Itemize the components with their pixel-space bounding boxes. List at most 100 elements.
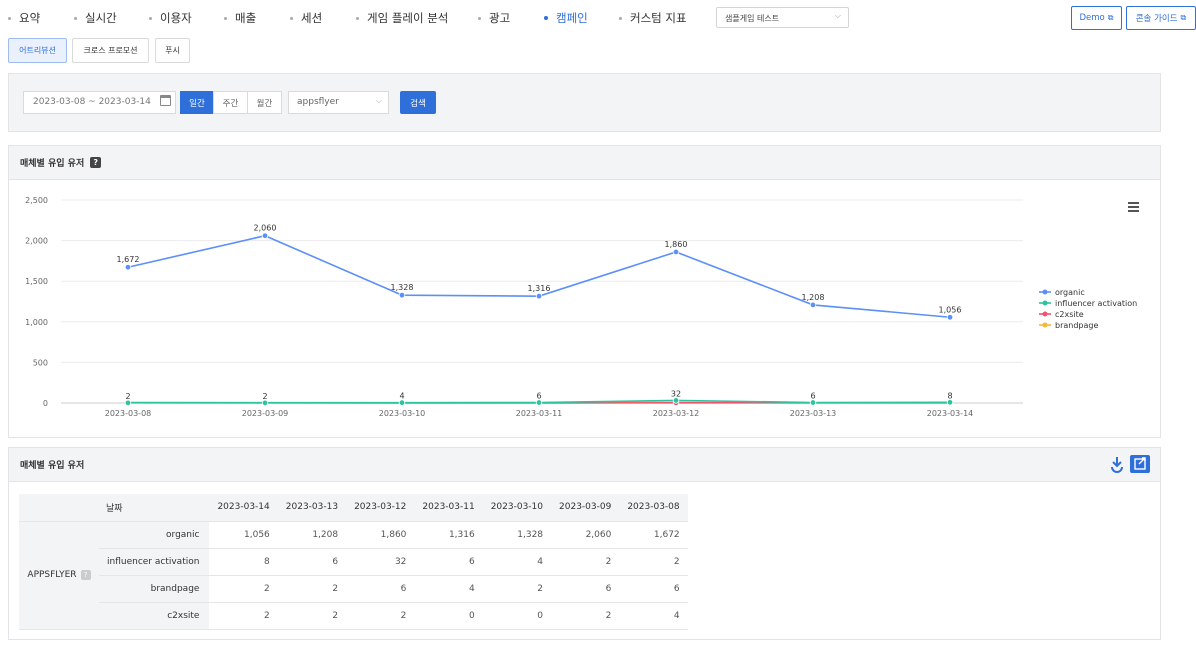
data-label: 1,860: [665, 240, 688, 249]
table-header-date: 날짜: [19, 494, 210, 522]
table-header-row: 날짜 2023-03-14 2023-03-13 2023-03-12 2023-03…: [19, 494, 688, 522]
table-row-label: c2xsite: [99, 602, 210, 630]
data-label: 1,328: [391, 283, 414, 292]
subtab-push[interactable]: 푸시: [155, 38, 190, 63]
date-range-value: 2023-03-08 ~ 2023-03-14: [33, 97, 151, 107]
data-table: 날짜 2023-03-14 2023-03-13 2023-03-12 2023-03…: [19, 494, 688, 630]
nav-item-label: 이용자: [160, 11, 192, 25]
y-tick-label: 1,500: [25, 277, 48, 286]
legend-label: brandpage: [1055, 321, 1098, 330]
nav-item-label: 실시간: [85, 11, 117, 25]
period-monthly-button[interactable]: 월간: [247, 91, 282, 114]
data-point: [946, 399, 954, 406]
game-select-value: 샘플게임 테스트: [725, 14, 780, 23]
data-label: 1,056: [939, 305, 962, 314]
data-point: [398, 291, 406, 299]
table-cell: 6: [277, 548, 347, 576]
y-tick-label: 2,000: [25, 237, 48, 246]
game-select[interactable]: 샘플게임 테스트 ⌵: [716, 7, 849, 28]
table-cell: 4: [619, 602, 688, 630]
table-cell: 2: [619, 548, 688, 576]
search-button[interactable]: 검색: [400, 91, 436, 114]
data-label: 6: [536, 392, 541, 401]
nav-item[interactable]: 게임 플레이 분석: [356, 10, 448, 26]
search-panel: 2023-03-08 ~ 2023-03-14 일간 주간 월간 appsfly…: [8, 73, 1161, 132]
subtab-cross-promotion[interactable]: 크로스 프로모션: [72, 38, 149, 63]
help-icon[interactable]: ?: [90, 157, 102, 168]
table-cell: 1,672: [619, 521, 688, 549]
legend-marker: [1042, 289, 1048, 295]
nav-item[interactable]: 매출: [224, 10, 256, 26]
nav-item-label: 세션: [301, 11, 323, 25]
nav-item[interactable]: 이용자: [149, 10, 192, 26]
x-tick-label: 2023-03-13: [790, 409, 837, 418]
nav-item-label: 캠페인: [556, 11, 588, 25]
series-line-organic: [127, 234, 951, 319]
chevron-down-icon: ⌵: [375, 96, 382, 105]
date-range-input[interactable]: 2023-03-08 ~ 2023-03-14: [23, 91, 176, 114]
period-label: 월간: [256, 98, 273, 109]
nav-item[interactable]: 광고: [478, 10, 510, 26]
data-label: 1,316: [528, 284, 551, 293]
period-label: 일간: [189, 98, 205, 109]
data-label: 4: [399, 392, 404, 401]
table-cell: 1,316: [414, 521, 483, 549]
y-tick-label: 1,000: [25, 318, 48, 327]
table-cell: 2: [277, 602, 347, 630]
table-cell: 6: [619, 575, 688, 603]
table-cell: 1,328: [482, 521, 552, 549]
media-select[interactable]: appsflyer ⌵: [288, 91, 389, 114]
table-card-title: 매체별 유입 유저: [20, 461, 85, 471]
x-tick-label: 2023-03-11: [516, 409, 563, 418]
chart-card: 매체별 유입 유저 ? 0 500 1,000 1,500 2,000 2,500 2023…: [8, 145, 1161, 438]
legend-marker: [1042, 311, 1048, 317]
table-cell: 2: [551, 548, 620, 576]
period-label: 주간: [222, 98, 239, 109]
x-tick-label: 2023-03-12: [653, 409, 700, 418]
legend-marker: [1042, 322, 1048, 328]
nav-item-label: 매출: [235, 11, 257, 25]
help-icon[interactable]: ?: [80, 570, 91, 580]
chart-menu-icon[interactable]: [1128, 202, 1139, 212]
table-cell: 4: [482, 548, 552, 576]
table-row: c2xsite 2 2 2 0 0 2 4: [19, 602, 688, 630]
console-guide-button[interactable]: 콘솔 가이드 ⧉: [1126, 6, 1196, 30]
data-label: 32: [671, 389, 681, 398]
nav-item[interactable]: 캠페인: [544, 10, 588, 26]
table-cell: 2: [346, 602, 415, 630]
table-row: influencer activation 8 6 32 6 4 2 2: [19, 548, 688, 576]
table-header-date-col: 2023-03-10: [482, 494, 552, 522]
chart-card-title: 매체별 유입 유저: [20, 159, 85, 169]
table-row-label: influencer activation: [99, 548, 210, 576]
calendar-icon[interactable]: [160, 95, 171, 106]
data-point: [809, 399, 817, 406]
table-cell: 0: [414, 602, 483, 630]
period-weekly-button[interactable]: 주간: [213, 91, 248, 114]
table-tools: [1109, 455, 1150, 473]
external-link-icon: ⧉: [1180, 13, 1187, 22]
table-cell: 2: [551, 602, 620, 630]
nav-item[interactable]: 세션: [290, 10, 322, 26]
table-cell: 1,056: [209, 521, 278, 549]
period-daily-button[interactable]: 일간: [180, 91, 214, 114]
bullet-icon: [290, 16, 293, 20]
data-point: [261, 232, 269, 239]
export-icon[interactable]: [1130, 455, 1150, 473]
table-row-label: brandpage: [99, 575, 210, 603]
table-header-date-col: 2023-03-13: [277, 494, 347, 522]
chevron-down-icon: ⌵: [834, 11, 841, 20]
table-cell: 2: [482, 575, 552, 603]
demo-button[interactable]: Demo ⧉: [1071, 6, 1122, 30]
legend-label: influencer activation: [1055, 299, 1137, 308]
table-cell: 1,860: [346, 521, 415, 549]
download-icon[interactable]: [1109, 455, 1125, 473]
nav-item[interactable]: 실시간: [74, 10, 117, 26]
x-tick-label: 2023-03-10: [379, 409, 426, 418]
subtab-attribution[interactable]: 어트리뷰션: [8, 38, 67, 63]
bullet-icon: [544, 16, 548, 20]
nav-item[interactable]: 커스텀 지표: [619, 10, 687, 26]
nav-item[interactable]: 요약: [8, 10, 40, 26]
bullet-icon: [74, 16, 77, 20]
table-cell: 2: [209, 602, 278, 630]
subtab-label: 어트리뷰션: [19, 46, 56, 55]
